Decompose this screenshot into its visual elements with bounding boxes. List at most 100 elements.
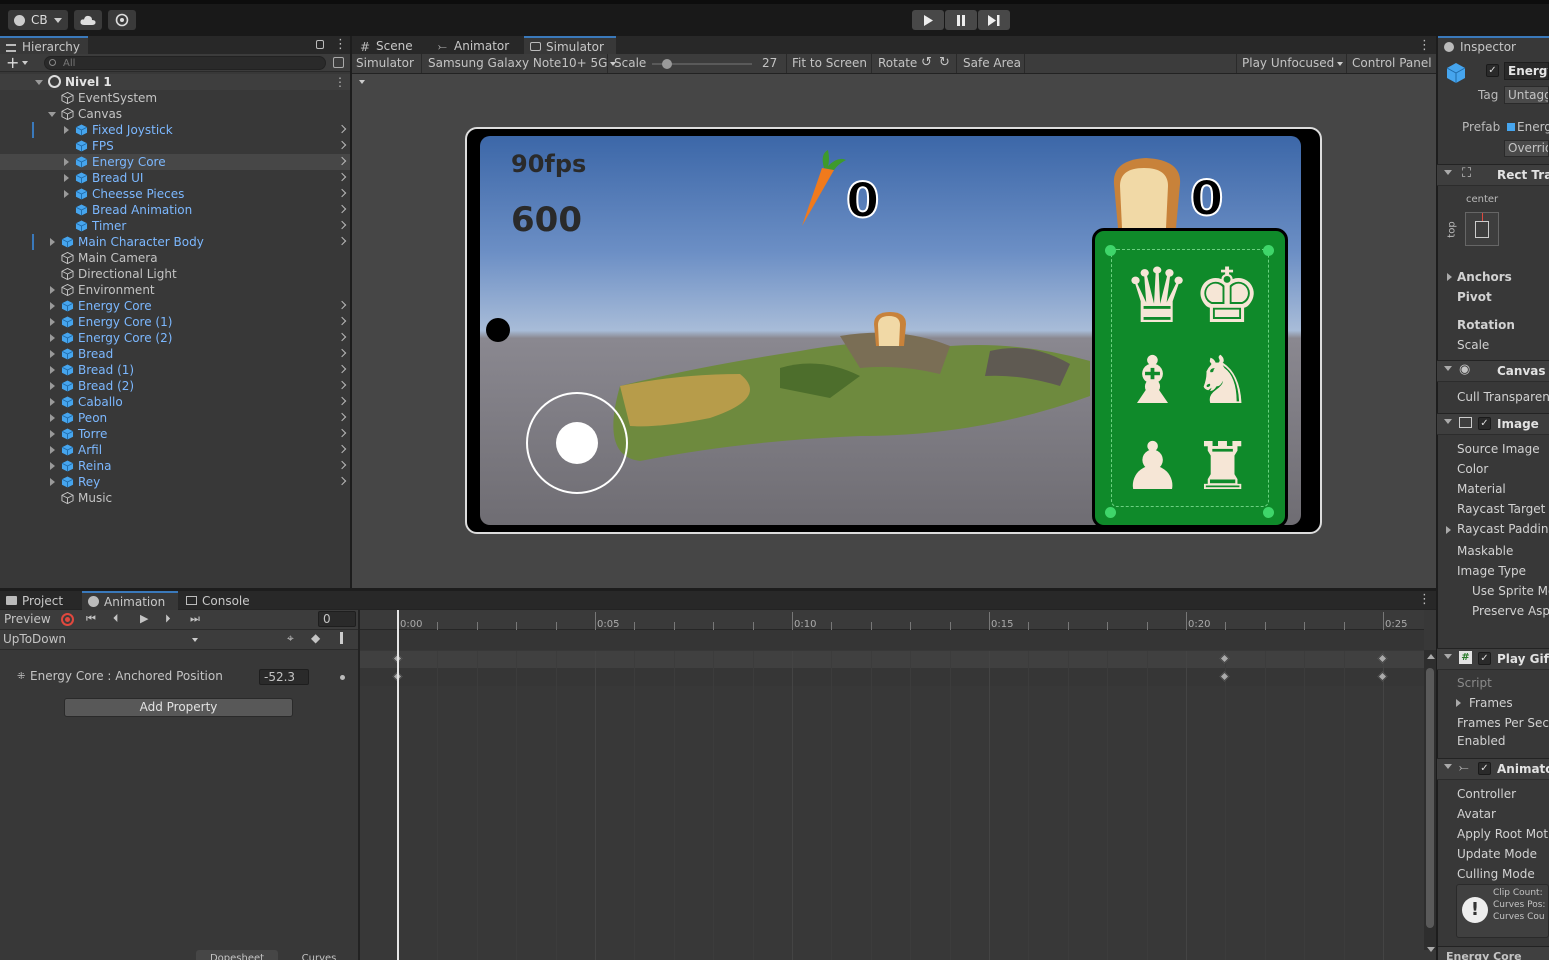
simulator-dropdown[interactable]: Simulator xyxy=(354,54,422,84)
open-prefab-icon[interactable] xyxy=(337,188,347,198)
next-key-icon[interactable]: ⏵ xyxy=(165,612,171,626)
kebab-menu-icon[interactable]: ⋮ xyxy=(334,74,346,90)
joystick-background[interactable] xyxy=(526,392,628,494)
chevron-right-icon[interactable] xyxy=(50,238,55,246)
curves-tab[interactable]: Curves xyxy=(280,950,358,960)
playhead[interactable] xyxy=(397,610,399,960)
pause-button[interactable] xyxy=(945,10,977,30)
tab-inspector[interactable]: Inspector xyxy=(1438,36,1549,56)
game-view[interactable]: 90fps 600 0 0 ♛ ♚ ♝ ♞ ♟ ♜ xyxy=(480,136,1301,525)
open-prefab-icon[interactable] xyxy=(337,396,347,406)
hierarchy-item[interactable]: Bread (2) xyxy=(0,378,350,394)
hierarchy-item[interactable]: Bread Animation xyxy=(0,202,350,218)
open-prefab-icon[interactable] xyxy=(337,476,347,486)
dopesheet-tab[interactable]: Dopesheet xyxy=(196,950,278,960)
anchors-foldout[interactable]: Anchors xyxy=(1447,270,1512,284)
hierarchy-search-input[interactable]: All xyxy=(44,56,326,70)
rect-transform-header[interactable]: ⛶ Rect Tra xyxy=(1437,164,1549,186)
hierarchy-item[interactable]: Timer xyxy=(0,218,350,234)
object-name-input[interactable]: Energy xyxy=(1504,62,1549,80)
timeline-scrollbar[interactable] xyxy=(1424,650,1436,950)
property-row[interactable]: ⁜ Energy Core : Anchored Position -52.3 xyxy=(0,668,358,688)
chevron-down-icon[interactable] xyxy=(22,61,28,65)
open-prefab-icon[interactable] xyxy=(337,428,347,438)
record-button[interactable] xyxy=(61,613,74,626)
hierarchy-item[interactable]: Energy Core xyxy=(0,154,350,170)
hierarchy-item[interactable]: EventSystem xyxy=(0,90,350,106)
canvas-renderer-header[interactable]: ◉ Canvas R xyxy=(1437,360,1549,382)
key-dot-icon[interactable] xyxy=(340,675,345,680)
hierarchy-item[interactable]: Bread UI xyxy=(0,170,350,186)
hierarchy-item[interactable]: Bread (1) xyxy=(0,362,350,378)
frame-input[interactable]: 0 xyxy=(318,611,356,627)
hierarchy-item[interactable]: Main Camera xyxy=(0,250,350,266)
open-prefab-icon[interactable] xyxy=(337,316,347,326)
scene-row[interactable]: Nivel 1 ⋮ xyxy=(0,74,350,90)
image-header[interactable]: ✓ Image xyxy=(1437,413,1549,435)
open-prefab-icon[interactable] xyxy=(337,332,347,342)
hierarchy-item[interactable]: Energy Core xyxy=(0,298,350,314)
tag-dropdown[interactable]: Untagg xyxy=(1504,86,1549,104)
chevron-right-icon[interactable] xyxy=(50,446,55,454)
chevron-right-icon[interactable] xyxy=(50,398,55,406)
tab-animation[interactable]: Animation xyxy=(82,591,178,611)
prev-key-icon[interactable]: ⏴ xyxy=(113,612,119,626)
open-prefab-icon[interactable] xyxy=(337,172,347,182)
open-prefab-icon[interactable] xyxy=(337,348,347,358)
hierarchy-item[interactable]: Energy Core (1) xyxy=(0,314,350,330)
hierarchy-item[interactable]: Bread xyxy=(0,346,350,362)
account-dropdown[interactable]: CB xyxy=(8,10,68,30)
open-prefab-icon[interactable] xyxy=(337,444,347,454)
hierarchy-item[interactable]: Main Character Body xyxy=(0,234,350,250)
hierarchy-item[interactable]: Directional Light xyxy=(0,266,350,282)
play-gif-header[interactable]: # ✓ Play Gif ( xyxy=(1437,648,1549,670)
first-key-icon[interactable]: ⏮ xyxy=(86,612,96,626)
kebab-menu-icon[interactable]: ⋮ xyxy=(334,38,347,52)
last-key-icon[interactable]: ⏭ xyxy=(190,612,200,626)
joystick-handle[interactable] xyxy=(556,422,598,464)
scroll-down-icon[interactable] xyxy=(1427,947,1435,952)
frames-foldout[interactable]: Frames xyxy=(1456,696,1513,710)
hierarchy-item[interactable]: FPS xyxy=(0,138,350,154)
open-prefab-icon[interactable] xyxy=(337,140,347,150)
safe-area-button[interactable]: Safe Area xyxy=(963,56,1021,70)
hierarchy-item[interactable]: Caballo xyxy=(0,394,350,410)
add-keyframe-icon[interactable]: ◆ xyxy=(311,631,320,645)
chevron-right-icon[interactable] xyxy=(64,174,69,182)
chevron-right-icon[interactable] xyxy=(50,414,55,422)
chevron-right-icon[interactable] xyxy=(50,318,55,326)
events-lane[interactable] xyxy=(360,630,1424,650)
play-gif-enabled-checkbox[interactable]: ✓ xyxy=(1478,652,1491,665)
chevron-down-icon[interactable] xyxy=(192,638,198,642)
chevron-down-icon[interactable] xyxy=(48,112,56,121)
hierarchy-item[interactable]: Canvas xyxy=(0,106,350,122)
play-icon[interactable]: ▶ xyxy=(140,612,148,625)
chevron-right-icon[interactable] xyxy=(64,158,69,166)
open-prefab-icon[interactable] xyxy=(337,124,347,134)
chevron-right-icon[interactable] xyxy=(1446,526,1451,534)
active-checkbox[interactable]: ✓ xyxy=(1486,64,1499,77)
rotate-left-icon[interactable]: ↺ xyxy=(921,55,932,70)
add-event-icon[interactable] xyxy=(340,632,343,644)
chevron-right-icon[interactable] xyxy=(50,366,55,374)
rotate-right-icon[interactable]: ↻ xyxy=(939,55,950,70)
anchor-preset-button[interactable] xyxy=(1465,212,1499,246)
hierarchy-item[interactable]: Environment xyxy=(0,282,350,298)
clip-dropdown[interactable]: UpToDown xyxy=(3,632,66,646)
cloud-button[interactable] xyxy=(74,10,102,30)
collab-button[interactable] xyxy=(108,10,136,30)
hierarchy-item[interactable]: Energy Core (2) xyxy=(0,330,350,346)
chevron-right-icon[interactable] xyxy=(64,126,69,134)
step-button[interactable] xyxy=(978,10,1010,30)
hierarchy-item[interactable]: Fixed Joystick xyxy=(0,122,350,138)
open-prefab-icon[interactable] xyxy=(337,236,347,246)
open-prefab-icon[interactable] xyxy=(337,364,347,374)
add-property-button[interactable]: Add Property xyxy=(64,698,293,717)
property-value-input[interactable]: -52.3 xyxy=(259,669,309,685)
tab-project[interactable]: Project xyxy=(0,591,80,611)
open-prefab-icon[interactable] xyxy=(337,412,347,422)
play-unfocused-dropdown[interactable]: Play Unfocused xyxy=(1242,56,1344,70)
open-prefab-icon[interactable] xyxy=(337,156,347,166)
scale-slider[interactable] xyxy=(652,59,752,69)
open-prefab-icon[interactable] xyxy=(337,380,347,390)
